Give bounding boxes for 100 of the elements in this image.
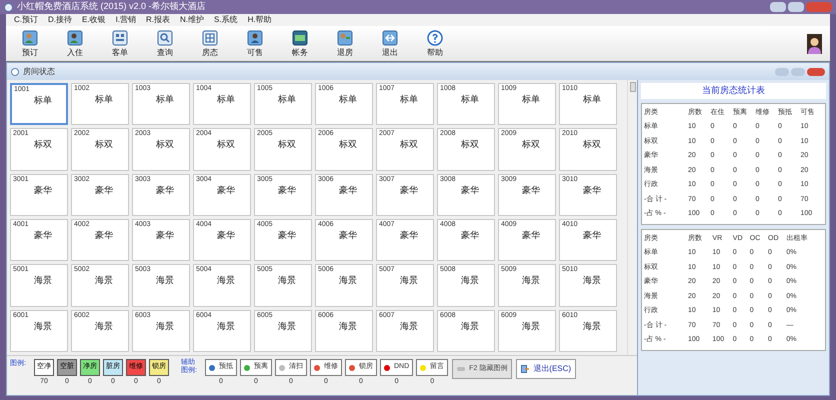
user-avatar (807, 34, 822, 54)
room-type: 海景 (95, 274, 113, 288)
room-type: 标单 (400, 93, 418, 106)
room-type: 豪华 (583, 228, 601, 242)
maximize-button[interactable] (791, 68, 805, 76)
toolbar-button[interactable]: 帐务 (284, 30, 316, 58)
room-type: 海景 (461, 274, 479, 288)
window-icon (11, 68, 19, 76)
card-icon (292, 30, 308, 46)
search-icon (157, 30, 173, 46)
room-type: 豪华 (95, 184, 113, 197)
room-type: 豪华 (278, 228, 296, 242)
toolbar-button[interactable]: 预订 (14, 30, 46, 58)
minimize-button[interactable] (775, 68, 789, 76)
room-type: 海景 (339, 274, 357, 288)
room-type: 海景 (34, 320, 52, 333)
room-type: 豪华 (461, 228, 479, 242)
room-type: 海景 (156, 274, 174, 288)
person-icon (337, 30, 353, 46)
room-type: 标双 (34, 138, 52, 152)
minimize-button[interactable] (770, 2, 786, 12)
toolbar-button[interactable]: 帮助 (419, 30, 451, 58)
room-type: 标单 (339, 93, 357, 106)
room-type: 海景 (339, 320, 357, 333)
room-type: 海景 (461, 320, 479, 333)
room-type: 海景 (583, 320, 601, 333)
room-type: 标双 (339, 138, 357, 152)
menu-item[interactable]: R.报表 (146, 14, 170, 26)
room-type: 豪华 (400, 184, 418, 197)
toolbar-button[interactable]: 可售 (239, 30, 271, 58)
toolbar-button[interactable]: 房态 (194, 30, 226, 58)
room-type: 标单 (278, 93, 296, 106)
room-type: 海景 (34, 274, 52, 288)
toggle-icon (457, 367, 466, 371)
toolbar-button[interactable]: 退出 (374, 30, 406, 58)
room-type: 豪华 (95, 228, 113, 242)
room-type: 标单 (217, 93, 235, 106)
room-type: 标双 (156, 138, 174, 152)
person-icon (67, 30, 83, 46)
room-type: 豪华 (217, 228, 235, 242)
room-type: 豪华 (400, 228, 418, 242)
menu-item[interactable]: D.接待 (48, 14, 72, 26)
room-type: 豪华 (34, 184, 52, 197)
exit-button[interactable]: 退出(ESC) (516, 359, 576, 379)
room-type: 海景 (278, 274, 296, 288)
room-type: 豪华 (278, 184, 296, 197)
close-button[interactable] (807, 68, 825, 76)
toolbar-button[interactable]: 客单 (104, 30, 136, 58)
menu-item[interactable]: N.维护 (180, 14, 204, 26)
menu-item[interactable]: S.系统 (214, 14, 238, 26)
room-type: 豪华 (217, 184, 235, 197)
window-title: 房间状态 (23, 66, 55, 78)
exit-icon (521, 365, 530, 373)
room-type: 海景 (583, 274, 601, 288)
room-type: 标单 (522, 93, 540, 106)
room-type: 豪华 (339, 228, 357, 242)
room-type: 豪华 (156, 184, 174, 197)
menu-item[interactable]: H.帮助 (248, 14, 272, 26)
scrollbar[interactable] (627, 80, 637, 355)
room-type: 标双 (583, 138, 601, 152)
menu-item[interactable]: I.营销 (116, 14, 136, 26)
room-type: 标单 (34, 94, 52, 107)
room-type: 豪华 (583, 184, 601, 197)
room-type: 标单 (583, 93, 601, 106)
room-type: 豪华 (522, 184, 540, 197)
room-type: 标双 (95, 138, 113, 152)
room-type: 海景 (217, 320, 235, 333)
menu-item[interactable]: E.收银 (82, 14, 106, 26)
toolbar-button[interactable]: 入住 (59, 30, 91, 58)
room-type: 标双 (278, 138, 296, 152)
stats-title: 当前房态统计表 (641, 83, 826, 98)
room-type: 标单 (156, 93, 174, 106)
menu-item[interactable]: C.预订 (14, 14, 38, 26)
room-type: 豪华 (339, 184, 357, 197)
person-icon (247, 30, 263, 46)
toolbar-button[interactable]: 退房 (329, 30, 361, 58)
maximize-button[interactable] (788, 2, 804, 12)
room-type: 豪华 (156, 228, 174, 242)
room-type: 海景 (400, 320, 418, 333)
room-type: 标双 (217, 138, 235, 152)
person-icon (22, 30, 38, 46)
room-type: 海景 (278, 320, 296, 333)
room-type: 海景 (95, 320, 113, 333)
grid-icon (202, 30, 218, 46)
window-title: 小红帽免费酒店系统 (2015) v2.0 -希尔顿大酒店 (17, 0, 206, 14)
room-type: 海景 (400, 274, 418, 288)
room-type: 海景 (156, 320, 174, 333)
room-type: 海景 (522, 274, 540, 288)
room-type: 豪华 (461, 184, 479, 197)
room-type: 标双 (400, 138, 418, 152)
room-type: 豪华 (522, 228, 540, 242)
room-type: 标双 (461, 138, 479, 152)
room-type: 海景 (217, 274, 235, 288)
help-icon (427, 30, 443, 46)
room-type: 海景 (522, 320, 540, 333)
arrows-icon (382, 30, 398, 46)
app-icon (4, 2, 13, 12)
grid-icon (112, 30, 128, 46)
toolbar-button[interactable]: 查询 (149, 30, 181, 58)
room-type: 标单 (461, 93, 479, 106)
